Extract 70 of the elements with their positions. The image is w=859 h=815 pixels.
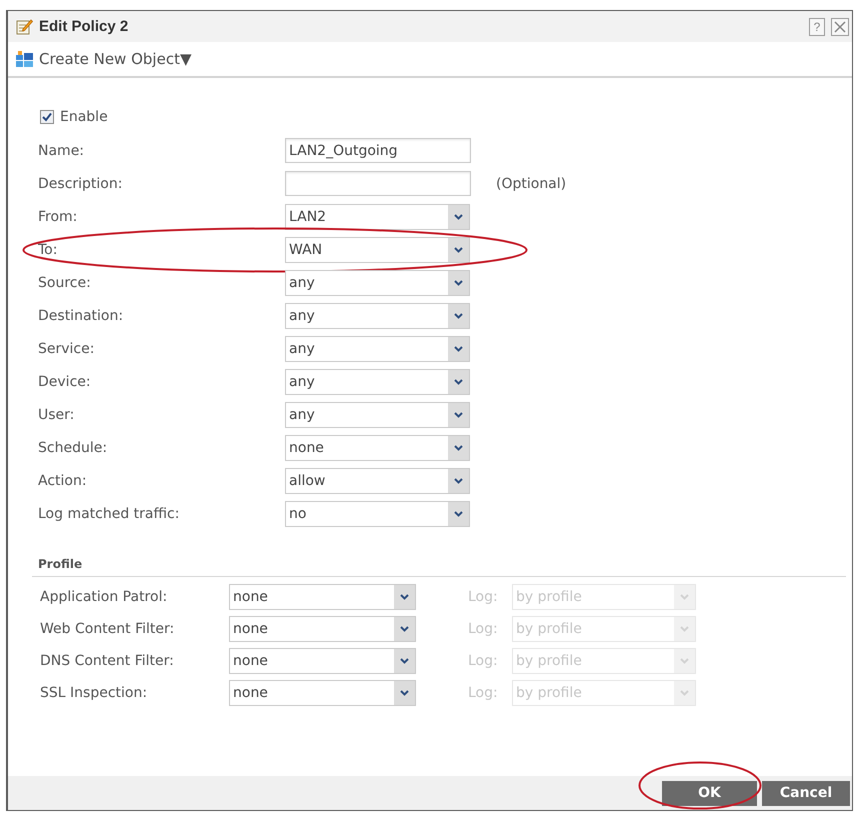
checkbox-label: Enable bbox=[60, 109, 108, 125]
text-field[interactable]: LAN2_Outgoing bbox=[285, 138, 471, 163]
field-label: Name: bbox=[38, 142, 86, 158]
dropdown-field[interactable]: none bbox=[229, 584, 416, 610]
field-label: DNS Content Filter: bbox=[40, 653, 175, 669]
close-icon bbox=[834, 20, 846, 32]
chevron-down-icon bbox=[394, 585, 415, 609]
chevron-down-icon bbox=[448, 502, 469, 526]
dropdown-field: by profile bbox=[512, 648, 696, 674]
field-label: Description: bbox=[38, 176, 124, 192]
chevron-down-icon bbox=[448, 204, 469, 228]
chevron-down-icon bbox=[448, 270, 469, 294]
field-label: From: bbox=[38, 208, 78, 224]
field-label: To: bbox=[38, 242, 58, 258]
cancel-button[interactable]: Cancel bbox=[762, 780, 850, 806]
field-label: Device: bbox=[38, 374, 92, 390]
field-label: SSL Inspection: bbox=[40, 685, 148, 701]
field-label: Application Patrol: bbox=[40, 589, 168, 605]
ok-button[interactable]: OK bbox=[662, 780, 757, 806]
chevron-down-icon bbox=[448, 468, 469, 492]
chevron-down-icon bbox=[448, 336, 469, 360]
dropdown-field: by profile bbox=[512, 680, 696, 706]
create-object-menu[interactable]: Create New Object▼ bbox=[39, 50, 192, 68]
dropdown-field: by profile bbox=[512, 616, 696, 642]
dropdown-field[interactable]: any bbox=[285, 402, 470, 428]
field-label: Destination: bbox=[38, 308, 124, 324]
dropdown-field[interactable]: no bbox=[285, 500, 470, 526]
chevron-down-icon bbox=[394, 649, 415, 673]
dropdown-field[interactable]: LAN2 bbox=[285, 204, 470, 230]
chevron-down-icon bbox=[394, 681, 415, 705]
dropdown-field[interactable]: none bbox=[229, 680, 416, 706]
dropdown-field[interactable]: any bbox=[285, 302, 470, 328]
field-label: Action: bbox=[38, 472, 88, 488]
field-label: Schedule: bbox=[38, 440, 108, 456]
checkbox[interactable] bbox=[40, 110, 54, 124]
log-label: Log: bbox=[468, 621, 499, 637]
dropdown-field[interactable]: allow bbox=[285, 468, 470, 494]
chevron-down-icon bbox=[394, 617, 415, 641]
dropdown-field[interactable]: any bbox=[285, 270, 470, 296]
chevron-down-icon bbox=[448, 402, 469, 426]
chevron-down-icon bbox=[448, 304, 469, 328]
chevron-down-icon bbox=[674, 649, 695, 673]
text-field[interactable] bbox=[285, 171, 471, 196]
object-grid-icon bbox=[16, 51, 33, 67]
chevron-down-icon bbox=[448, 370, 469, 394]
dropdown-field[interactable]: none bbox=[229, 648, 416, 674]
chevron-down-icon bbox=[448, 238, 469, 262]
chevron-down-icon bbox=[674, 585, 695, 609]
optional-note: (Optional) bbox=[496, 176, 566, 192]
dropdown-field[interactable]: any bbox=[285, 368, 470, 394]
edit-document-icon bbox=[16, 18, 33, 35]
close-button[interactable] bbox=[831, 18, 849, 36]
dropdown-field[interactable]: any bbox=[285, 336, 470, 362]
field-label: User: bbox=[38, 406, 76, 422]
log-label: Log: bbox=[468, 653, 499, 669]
field-label: Log matched traffic: bbox=[38, 506, 180, 522]
log-label: Log: bbox=[468, 685, 499, 701]
dropdown-field[interactable]: WAN bbox=[285, 236, 470, 262]
section-title: Profile bbox=[38, 557, 82, 571]
dropdown-field: by profile bbox=[512, 584, 696, 610]
window-title: Edit Policy 2 bbox=[39, 18, 130, 35]
field-label: Source: bbox=[38, 274, 92, 290]
dropdown-field[interactable]: none bbox=[229, 616, 416, 642]
log-label: Log: bbox=[468, 589, 499, 605]
chevron-down-icon bbox=[674, 617, 695, 641]
chevron-down-icon bbox=[674, 681, 695, 705]
chevron-down-icon bbox=[448, 436, 469, 460]
field-label: Web Content Filter: bbox=[40, 621, 176, 637]
field-label: Service: bbox=[38, 340, 96, 356]
dropdown-field[interactable]: none bbox=[285, 434, 470, 460]
